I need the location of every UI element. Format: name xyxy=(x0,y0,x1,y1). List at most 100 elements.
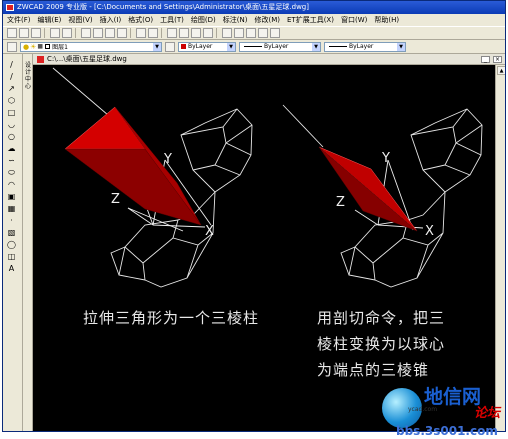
right-caption-line-2: 棱柱变换为以球心 xyxy=(317,335,446,353)
lock-icon: ■ xyxy=(37,43,44,50)
chevron-down-icon: ▼ xyxy=(153,42,161,51)
layer-value: 图层1 xyxy=(52,44,68,51)
layer-select[interactable]: ● ☀ ■ 图层1 ▼ xyxy=(20,41,162,52)
document-title: C:\...\桌面\五星足球.dwg xyxy=(47,55,127,63)
toolbar-separator xyxy=(216,28,219,38)
menu-file[interactable]: 文件(F) xyxy=(7,15,31,25)
drawing-file-icon xyxy=(37,56,44,63)
left-x-axis xyxy=(152,224,206,228)
print-preview-icon[interactable] xyxy=(62,28,72,38)
cut-icon[interactable] xyxy=(81,28,91,38)
watermark-forum: 论坛 xyxy=(474,406,501,421)
extrusion-path-line xyxy=(52,67,116,122)
save-icon[interactable] xyxy=(31,28,41,38)
menu-et-tools[interactable]: ET扩展工具(X) xyxy=(287,15,334,25)
scroll-up-icon[interactable]: ▲ xyxy=(497,66,505,75)
insert-block-icon[interactable]: ▣ xyxy=(7,192,16,201)
left-x-axis-label: X xyxy=(205,224,214,239)
copy-icon[interactable] xyxy=(93,28,103,38)
layer-manager-icon[interactable] xyxy=(7,41,17,52)
tool-palette-icon[interactable] xyxy=(246,28,256,38)
polyline-icon[interactable]: ↗ xyxy=(7,84,16,93)
print-icon[interactable] xyxy=(50,28,60,38)
menu-view[interactable]: 视图(V) xyxy=(68,15,92,25)
properties-icon[interactable] xyxy=(222,28,232,38)
layer-properties-toolbar: ● ☀ ■ 图层1 ▼ ByLayer ▼ ByLayer ▼ ByLayer … xyxy=(3,40,505,54)
lineweight-value: ByLayer xyxy=(349,43,374,50)
hatch-icon[interactable]: ▧ xyxy=(7,228,16,237)
menu-draw[interactable]: 绘图(D) xyxy=(191,15,216,25)
linetype-value: ByLayer xyxy=(264,43,289,50)
open-file-icon[interactable] xyxy=(19,28,29,38)
left-triangular-prism xyxy=(64,106,202,226)
prism-front-face xyxy=(64,106,146,150)
zoom-realtime-icon[interactable] xyxy=(179,28,189,38)
redo-icon[interactable] xyxy=(148,28,158,38)
lineweight-sample xyxy=(329,46,347,47)
menu-format[interactable]: 格式(O) xyxy=(128,15,153,25)
multiline-text-icon[interactable]: A xyxy=(7,264,16,273)
menu-modify[interactable]: 修改(M) xyxy=(254,15,280,25)
spline-icon[interactable]: ∽ xyxy=(7,156,16,165)
menu-window[interactable]: 窗口(W) xyxy=(341,15,367,25)
menu-edit[interactable]: 编辑(E) xyxy=(38,15,62,25)
right-extrusion-line xyxy=(282,104,324,148)
new-file-icon[interactable] xyxy=(7,28,17,38)
close-icon[interactable]: × xyxy=(493,56,502,63)
pan-icon[interactable] xyxy=(167,28,177,38)
app-window: ZWCAD 2009 专业版 - [C:\Documents and Setti… xyxy=(2,0,506,432)
arc-icon[interactable]: ◡ xyxy=(7,120,16,129)
toolbar-separator xyxy=(130,28,133,38)
watermark-logo: 地信网 ycad.com 论坛 bbs.3s001.com xyxy=(378,380,508,438)
color-select[interactable]: ByLayer ▼ xyxy=(178,41,236,52)
zoom-previous-icon[interactable] xyxy=(203,28,213,38)
calculator-icon[interactable] xyxy=(258,28,268,38)
right-caption-line-1: 用剖切命令，把三 xyxy=(317,309,446,327)
chevron-down-icon: ▼ xyxy=(227,42,235,51)
rectangle-icon[interactable]: □ xyxy=(7,108,16,117)
minimize-icon[interactable]: _ xyxy=(481,56,490,63)
paste-icon[interactable] xyxy=(105,28,115,38)
right-z-axis-label: Z xyxy=(336,195,345,210)
menu-help[interactable]: 帮助(H) xyxy=(374,15,399,25)
layer-color-swatch xyxy=(45,44,51,49)
help-icon[interactable] xyxy=(270,28,280,38)
polygon-icon[interactable]: ⬡ xyxy=(7,96,16,105)
ellipse-arc-icon[interactable]: ◠ xyxy=(7,180,16,189)
design-center-label: 设计中心 xyxy=(24,62,31,90)
app-icon xyxy=(6,4,14,11)
menu-tools[interactable]: 工具(T) xyxy=(160,15,184,25)
title-bar: ZWCAD 2009 专业版 - [C:\Documents and Setti… xyxy=(3,1,505,14)
vertical-scrollbar[interactable]: ▲ xyxy=(495,65,505,431)
zoom-window-icon[interactable] xyxy=(191,28,201,38)
make-block-icon[interactable]: ▦ xyxy=(7,204,16,213)
right-y-axis-label: Y xyxy=(381,151,390,166)
undo-icon[interactable] xyxy=(136,28,146,38)
make-current-layer-icon[interactable] xyxy=(165,41,175,52)
right-x-axis xyxy=(377,224,424,229)
menu-insert[interactable]: 插入(I) xyxy=(100,15,122,25)
line-icon[interactable]: ∕ xyxy=(7,60,16,69)
match-properties-icon[interactable] xyxy=(117,28,127,38)
ellipse-icon[interactable]: ⬭ xyxy=(7,168,16,177)
drawing-canvas[interactable]: Y Z X Y Z X 拉伸三角形为一个三棱柱 用剖切命令，把三 棱柱变换为以球… xyxy=(33,65,495,431)
region-icon[interactable]: ◯ xyxy=(7,240,16,249)
prism-side-face xyxy=(64,148,202,226)
lightbulb-icon: ● xyxy=(23,42,30,51)
right-x-axis-label: X xyxy=(425,224,434,239)
standard-toolbar xyxy=(3,26,505,40)
revision-cloud-icon[interactable]: ☁ xyxy=(7,144,16,153)
table-icon[interactable]: ◫ xyxy=(7,252,16,261)
lineweight-select[interactable]: ByLayer ▼ xyxy=(324,41,406,52)
circle-icon[interactable]: ○ xyxy=(7,132,16,141)
design-center-icon[interactable] xyxy=(234,28,244,38)
design-center-panel[interactable]: 设计中心 xyxy=(23,54,33,431)
watermark-small-domain: ycad.com xyxy=(408,406,438,413)
toolbar-separator xyxy=(161,28,164,38)
linetype-select[interactable]: ByLayer ▼ xyxy=(239,41,321,52)
window-title: ZWCAD 2009 专业版 - [C:\Documents and Setti… xyxy=(17,3,309,11)
menu-dimension[interactable]: 标注(N) xyxy=(223,15,248,25)
construction-line-icon[interactable]: ∕ xyxy=(7,72,16,81)
point-icon[interactable]: · xyxy=(7,216,16,225)
color-value: ByLayer xyxy=(188,43,213,50)
